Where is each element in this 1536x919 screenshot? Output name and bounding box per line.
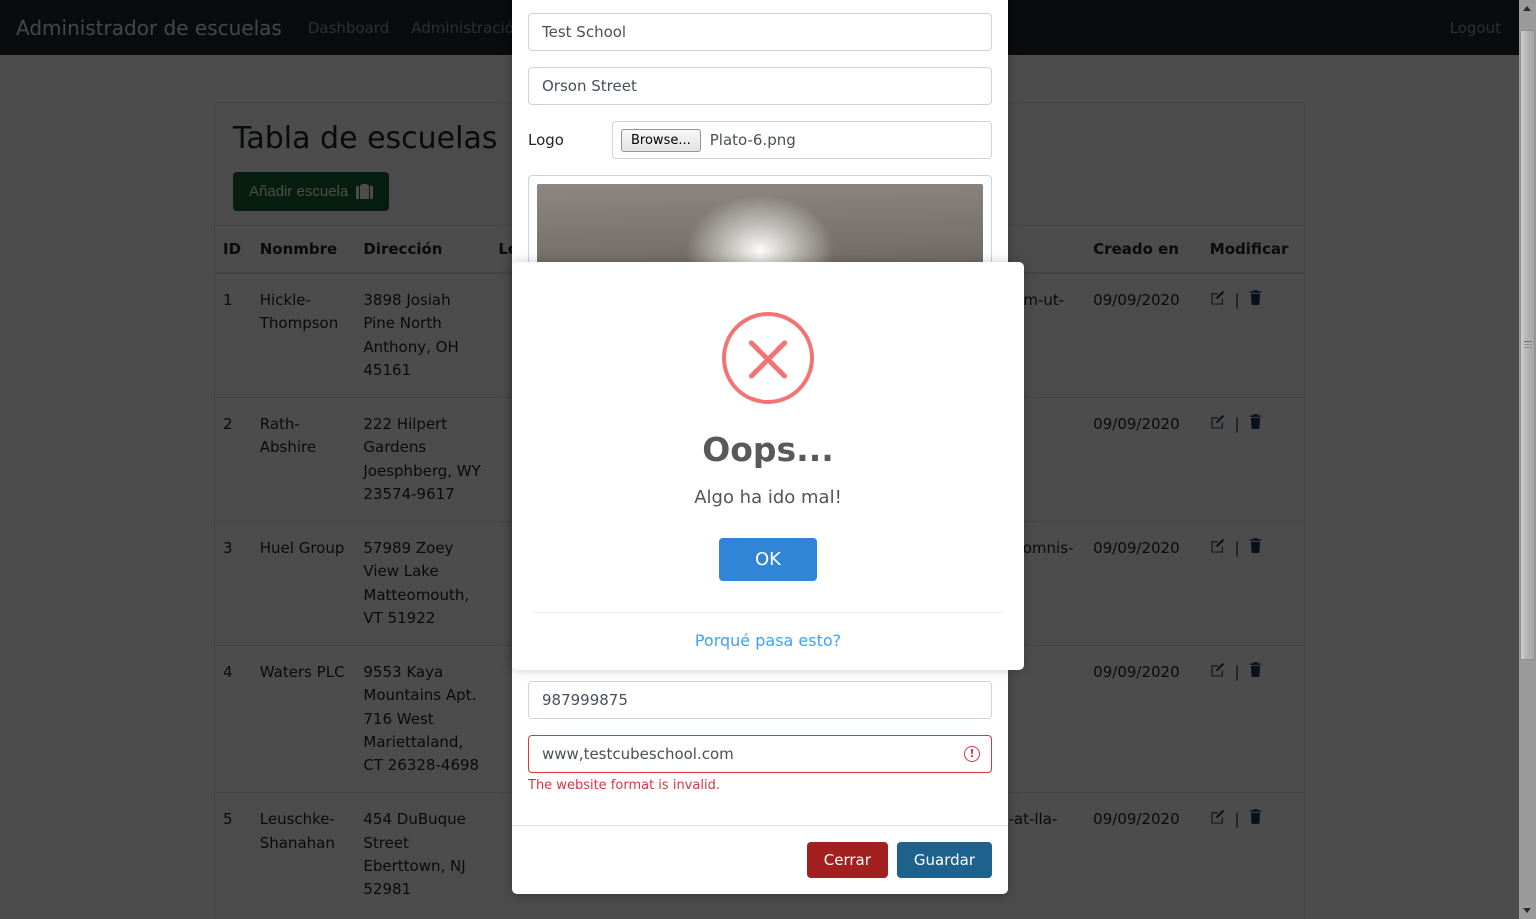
cell-direccion: 222 Hilpert Gardens Joesphberg, WY 23574… bbox=[355, 397, 491, 522]
cell-modificar: | bbox=[1201, 521, 1304, 646]
error-circle-x-icon bbox=[722, 312, 814, 404]
logo-label: Logo bbox=[528, 131, 564, 149]
cell-id: 5 bbox=[215, 792, 252, 917]
school-icon bbox=[356, 184, 374, 199]
cell-direccion: 57989 Zoey View Lake Matteomouth, VT 519… bbox=[355, 521, 491, 646]
edit-icon[interactable] bbox=[1210, 289, 1225, 312]
browse-button[interactable]: Browse... bbox=[621, 128, 701, 152]
trash-icon[interactable] bbox=[1249, 537, 1262, 560]
alert-footer-link[interactable]: Porqué pasa esto? bbox=[695, 631, 841, 650]
action-separator: | bbox=[1234, 415, 1240, 434]
school-address-input[interactable] bbox=[528, 67, 992, 105]
th-direccion[interactable]: Dirección bbox=[355, 226, 491, 274]
cell-nombre: Waters PLC bbox=[251, 644, 356, 793]
selected-file-name: Plato-6.png bbox=[709, 131, 796, 149]
cell-direccion: 3898 Josiah Pine North Anthony, OH 45161 bbox=[363, 291, 459, 379]
school-name-input[interactable] bbox=[528, 13, 992, 51]
nav-item-dashboard[interactable]: Dashboard bbox=[308, 19, 389, 37]
cell-nombre: Leuschke-Shanahan bbox=[251, 792, 356, 917]
save-button[interactable]: Guardar bbox=[896, 842, 992, 878]
cell-creado-en: 09/09/2020 bbox=[1093, 291, 1180, 309]
address-field-group bbox=[528, 67, 992, 105]
cell-modificar: | bbox=[1202, 273, 1304, 398]
nav-administracion-label: Administración bbox=[411, 18, 524, 37]
page-scrollbar[interactable] bbox=[1519, 0, 1536, 919]
alert-ok-button[interactable]: OK bbox=[719, 538, 817, 581]
action-separator: | bbox=[1234, 810, 1240, 829]
cell-direccion: 9553 Kaya Mountains Apt. 716 West Mariet… bbox=[355, 644, 491, 793]
school-phone-input[interactable] bbox=[528, 681, 992, 719]
website-error-message: The website format is invalid. bbox=[528, 778, 720, 793]
th-modificar[interactable]: Modificar bbox=[1201, 226, 1304, 274]
school-website-input[interactable] bbox=[528, 735, 992, 773]
website-input-wrapper: ! bbox=[528, 735, 992, 773]
trash-icon[interactable] bbox=[1249, 808, 1262, 831]
action-separator: | bbox=[1234, 539, 1240, 558]
cell-modificar: | bbox=[1201, 397, 1304, 522]
add-school-label: Añadir escuela bbox=[249, 183, 349, 200]
cell-creado-en: 09/09/2020 bbox=[1085, 792, 1202, 917]
th-nombre[interactable]: Nonmbre bbox=[251, 226, 356, 274]
file-input-box[interactable]: Browse... Plato-6.png bbox=[612, 121, 992, 159]
th-creado-en[interactable]: Creado en bbox=[1085, 226, 1202, 274]
cell-modificar: | bbox=[1201, 792, 1304, 917]
cell-nombre: Huel Group bbox=[251, 521, 356, 646]
trash-icon[interactable] bbox=[1249, 289, 1262, 312]
alert-message: Algo ha ido mal! bbox=[694, 487, 842, 508]
cell-id: 3 bbox=[215, 521, 252, 646]
website-field-group: ! The website format is invalid. bbox=[528, 735, 992, 793]
edit-icon[interactable] bbox=[1210, 661, 1225, 684]
scrollbar-down-arrow-icon[interactable] bbox=[1519, 902, 1536, 919]
cell-id: 2 bbox=[215, 397, 252, 522]
nav-dashboard-label: Dashboard bbox=[307, 18, 390, 37]
cell-modificar: | bbox=[1201, 644, 1304, 793]
cell-id: 1 bbox=[223, 291, 233, 309]
action-separator: | bbox=[1234, 663, 1240, 682]
action-separator: | bbox=[1234, 291, 1240, 310]
edit-icon[interactable] bbox=[1210, 537, 1225, 560]
trash-icon[interactable] bbox=[1249, 413, 1262, 436]
cell-creado-en: 09/09/2020 bbox=[1085, 521, 1202, 646]
brand-title[interactable]: Administrador de escuelas bbox=[16, 16, 282, 40]
scrollbar-up-arrow-icon[interactable] bbox=[1519, 0, 1536, 17]
cell-id: 4 bbox=[215, 644, 252, 793]
modal-footer: Cerrar Guardar bbox=[512, 825, 1008, 894]
cell-nombre: Hickle-Thompson bbox=[259, 291, 339, 333]
logout-label: Logout bbox=[1449, 18, 1501, 37]
edit-icon[interactable] bbox=[1210, 413, 1225, 436]
error-alert-dialog: Oops... Algo ha ido mal! OK Porqué pasa … bbox=[512, 262, 1024, 670]
alert-footer: Porqué pasa esto? bbox=[532, 612, 1004, 670]
alert-title: Oops... bbox=[702, 430, 834, 469]
edit-icon[interactable] bbox=[1210, 808, 1225, 831]
trash-icon[interactable] bbox=[1249, 661, 1262, 684]
error-exclamation-icon: ! bbox=[964, 746, 980, 762]
nav-item-logout[interactable]: Logout bbox=[1450, 19, 1501, 37]
cell-creado-en: 09/09/2020 bbox=[1085, 644, 1202, 793]
phone-field-group bbox=[528, 681, 992, 719]
scrollbar-thumb[interactable] bbox=[1520, 30, 1535, 660]
add-school-button[interactable]: Añadir escuela bbox=[233, 172, 390, 211]
name-field-group bbox=[528, 13, 992, 51]
cell-creado-en: 09/09/2020 bbox=[1085, 397, 1202, 522]
cell-nombre: Rath-Abshire bbox=[251, 397, 356, 522]
navbar-right: Logout bbox=[1450, 19, 1501, 37]
cell-direccion: 454 DuBuque Street Eberttown, NJ 52981 bbox=[355, 792, 491, 917]
logo-field-group: Logo Browse... Plato-6.png bbox=[528, 121, 992, 159]
th-id[interactable]: ID bbox=[215, 226, 252, 274]
cancel-button[interactable]: Cerrar bbox=[806, 842, 888, 878]
